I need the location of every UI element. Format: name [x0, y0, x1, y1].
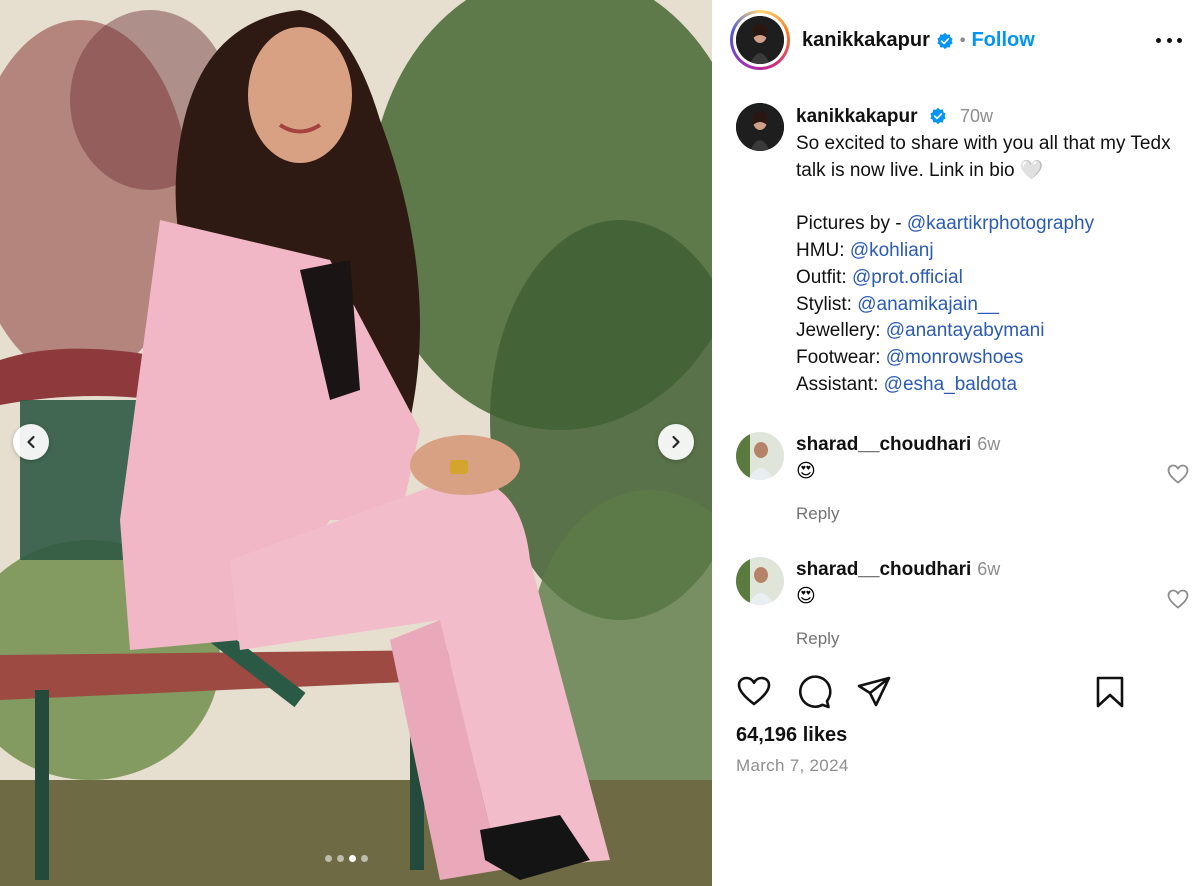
caption-username[interactable]: kanikkakapur: [796, 106, 917, 127]
mention-link[interactable]: @esha_baldota: [884, 374, 1017, 395]
more-options-icon[interactable]: [1156, 28, 1182, 52]
caption-time: 70w: [960, 106, 994, 126]
carousel-indicator: [325, 855, 368, 862]
follow-button[interactable]: Follow: [971, 29, 1034, 52]
comment-time: 6w: [977, 559, 1001, 579]
comment-item: sharad__choudhari 6w 😍 Reply: [736, 432, 1200, 532]
post-header: kanikkakapur • Follow: [712, 0, 1200, 80]
header-separator: •: [959, 31, 966, 49]
mention-link[interactable]: @anantayabymani: [886, 320, 1045, 341]
verified-badge-icon: [937, 32, 953, 49]
avatar: [736, 16, 784, 64]
credit-line: Stylist: @anamikajain__: [796, 292, 1196, 319]
comment-time: 6w: [977, 434, 1001, 454]
reply-button[interactable]: Reply: [796, 504, 839, 524]
caption-text: So excited to share with you all that my…: [796, 132, 1171, 181]
comment-item: sharad__choudhari 6w 😍 Reply: [736, 557, 1200, 657]
carousel-dot: [325, 855, 332, 862]
chevron-left-icon: [27, 435, 35, 449]
chevron-right-icon: [672, 435, 680, 449]
profile-avatar-story-ring[interactable]: [730, 10, 790, 70]
post-actions: [736, 674, 1176, 710]
heart-icon[interactable]: [736, 674, 772, 710]
credit-label: Outfit:: [796, 266, 852, 288]
carousel-next-button[interactable]: [658, 424, 694, 460]
photo-scene: [0, 0, 712, 886]
verified-badge-icon: [930, 107, 946, 125]
header-username[interactable]: kanikkakapur: [802, 29, 930, 52]
comment-text: 😍: [796, 461, 816, 482]
caption-avatar[interactable]: [736, 103, 784, 151]
comment-icon[interactable]: [796, 674, 832, 710]
credit-label: Assistant:: [796, 373, 884, 395]
mention-link[interactable]: @kohlianj: [850, 240, 934, 261]
carousel-dot: [337, 855, 344, 862]
likes-count[interactable]: 64,196 likes: [736, 724, 847, 747]
credit-line: HMU: @kohlianj: [796, 238, 1196, 265]
comment-like-heart-icon[interactable]: [1166, 462, 1190, 486]
comment-username[interactable]: sharad__choudhari: [796, 434, 971, 455]
credit-line: Jewellery: @anantayabymani: [796, 318, 1196, 345]
caption-credits: Pictures by - @kaartikrphotography HMU: @…: [796, 211, 1196, 399]
credit-line: Pictures by - @kaartikrphotography: [796, 211, 1196, 238]
bookmark-icon[interactable]: [1092, 674, 1128, 710]
mention-link[interactable]: @anamikajain__: [857, 294, 999, 315]
mention-link[interactable]: @monrowshoes: [886, 347, 1024, 368]
mention-link[interactable]: @kaartikrphotography: [907, 213, 1094, 234]
carousel-dot: [361, 855, 368, 862]
mention-link[interactable]: @prot.official: [852, 267, 963, 288]
carousel-prev-button[interactable]: [13, 424, 49, 460]
post-side-panel: kanikkakapur • Follow kanikkakapur 70w S…: [712, 0, 1200, 886]
credit-line: Footwear: @monrowshoes: [796, 345, 1196, 372]
caption-body: kanikkakapur 70w So excited to share wit…: [796, 103, 1196, 399]
credit-line: Outfit: @prot.official: [796, 265, 1196, 292]
credit-label: HMU:: [796, 239, 850, 261]
credit-label: Jewellery:: [796, 320, 886, 342]
avatar[interactable]: [736, 557, 784, 605]
credit-label: Footwear:: [796, 347, 886, 369]
avatar[interactable]: [736, 432, 784, 480]
comment-like-heart-icon[interactable]: [1166, 587, 1190, 611]
header-user-row: kanikkakapur • Follow: [802, 29, 1035, 52]
post-date: March 7, 2024: [736, 756, 849, 775]
share-icon[interactable]: [856, 674, 892, 710]
comment-text: 😍: [796, 586, 816, 607]
carousel-dot: [349, 855, 356, 862]
reply-button[interactable]: Reply: [796, 629, 839, 649]
comment-username[interactable]: sharad__choudhari: [796, 559, 971, 580]
post-photo[interactable]: [0, 0, 712, 886]
credit-line: Assistant: @esha_baldota: [796, 372, 1196, 399]
credit-label: Stylist:: [796, 293, 858, 315]
credit-label: Pictures by -: [796, 213, 907, 235]
